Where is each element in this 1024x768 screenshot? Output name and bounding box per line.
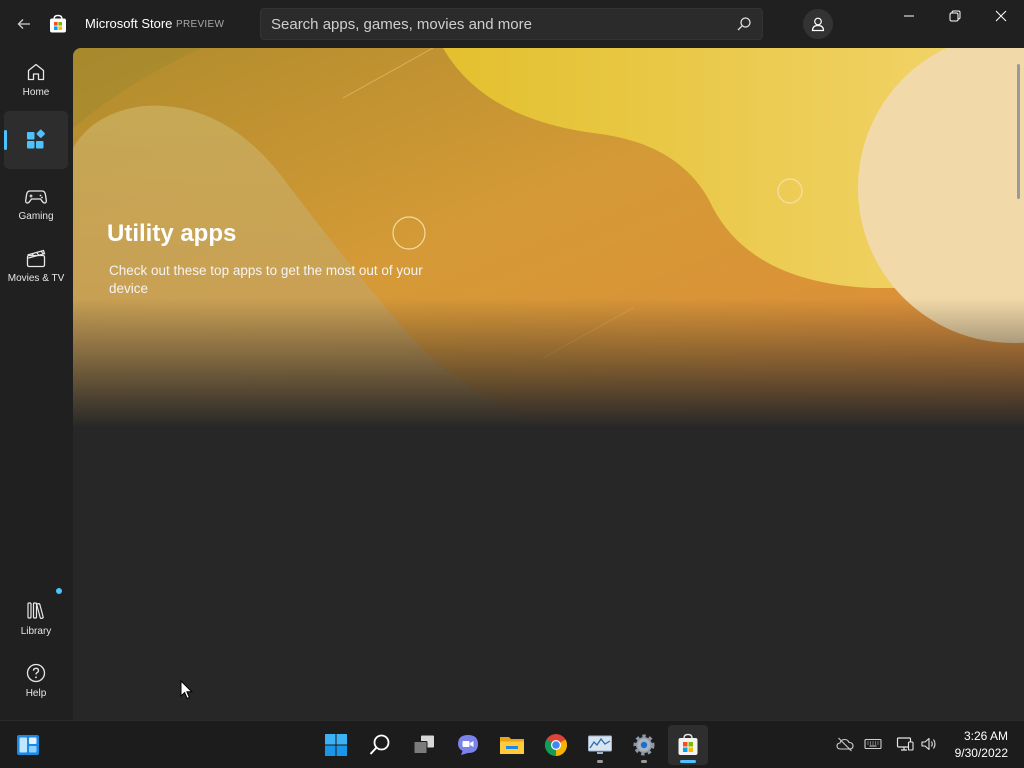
- chat-button[interactable]: [448, 725, 488, 765]
- keyboard-icon: [864, 738, 882, 750]
- account-button[interactable]: [803, 9, 833, 39]
- apps-icon: [27, 129, 45, 149]
- hero-title: Utility apps: [107, 220, 237, 247]
- clapperboard-icon: [26, 249, 46, 267]
- app-title: Microsoft Store: [85, 16, 173, 31]
- active-indicator: [680, 760, 696, 763]
- settings-icon: [633, 734, 655, 756]
- sidebar-nav: Home Gaming Movies & TV Library Help: [0, 48, 72, 720]
- minimize-icon: [904, 15, 914, 17]
- minimize-button[interactable]: [886, 0, 932, 32]
- clock-time: 3:26 AM: [963, 729, 1008, 743]
- main-content: Utility apps Check out these top apps to…: [73, 48, 1024, 720]
- active-indicator: [4, 130, 7, 150]
- taskbar-search-button[interactable]: [360, 725, 400, 765]
- sidebar-item-label: Gaming: [18, 210, 54, 222]
- sidebar-item-home[interactable]: Home: [4, 50, 68, 108]
- notification-badge: [56, 588, 62, 594]
- sidebar-item-label: Library: [20, 625, 52, 637]
- library-icon: [27, 601, 44, 619]
- close-icon: [995, 10, 1007, 22]
- search-box[interactable]: [260, 8, 763, 40]
- settings-button[interactable]: [624, 725, 664, 765]
- file-explorer-button[interactable]: [492, 725, 532, 765]
- start-icon: [325, 734, 347, 756]
- sidebar-item-library[interactable]: Library: [4, 588, 68, 647]
- task-view-icon: [413, 735, 434, 754]
- sidebar-item-help[interactable]: Help: [4, 651, 68, 709]
- account-icon: [811, 17, 825, 32]
- store-app-icon: [50, 14, 66, 33]
- widgets-button[interactable]: [8, 725, 48, 765]
- monitor-icon: [588, 735, 612, 754]
- taskbar: 3:26 AM 9/30/2022: [0, 720, 1024, 768]
- teams-chat-icon: [458, 735, 478, 755]
- search-icon[interactable]: [736, 16, 752, 32]
- task-view-button[interactable]: [404, 725, 444, 765]
- sidebar-item-movies-tv[interactable]: Movies & TV: [4, 236, 68, 294]
- preview-badge: PREVIEW: [176, 19, 225, 30]
- back-arrow-icon: [17, 19, 30, 29]
- sidebar-item-label: Movies & TV: [7, 272, 65, 284]
- microsoft-store-icon: [678, 733, 698, 755]
- volume-button[interactable]: [920, 735, 938, 753]
- chrome-button[interactable]: [536, 725, 576, 765]
- mouse-cursor-icon: [180, 680, 194, 700]
- sidebar-item-gaming[interactable]: Gaming: [4, 174, 68, 232]
- file-explorer-icon: [500, 737, 524, 754]
- restore-icon: [949, 10, 961, 22]
- vertical-scrollbar[interactable]: [1017, 64, 1020, 199]
- network-icon: [896, 737, 914, 751]
- help-icon: [26, 663, 46, 682]
- hero-subtitle: Check out these top apps to get the most…: [109, 263, 423, 296]
- search-input[interactable]: [271, 9, 711, 39]
- running-indicator: [597, 760, 603, 763]
- volume-icon: [921, 737, 936, 751]
- sidebar-item-apps[interactable]: [4, 111, 68, 169]
- widgets-icon: [17, 735, 39, 755]
- microsoft-store-button[interactable]: [668, 725, 708, 765]
- chrome-icon: [545, 734, 567, 756]
- start-button[interactable]: [316, 725, 356, 765]
- search-icon: [369, 734, 390, 755]
- gamepad-icon: [25, 189, 47, 204]
- running-indicator: [641, 760, 647, 763]
- onedrive-button[interactable]: [836, 735, 854, 753]
- monitor-app-button[interactable]: [580, 725, 620, 765]
- restore-button[interactable]: [932, 0, 978, 32]
- clock-date: 9/30/2022: [954, 746, 1008, 760]
- home-icon: [27, 63, 45, 80]
- close-button[interactable]: [978, 0, 1024, 32]
- network-button[interactable]: [896, 735, 914, 753]
- sidebar-item-label: Home: [22, 86, 50, 98]
- back-button[interactable]: [8, 8, 40, 40]
- title-bar: Microsoft Store PREVIEW: [0, 0, 1024, 48]
- sidebar-item-label: Help: [25, 687, 47, 699]
- onedrive-off-icon: [836, 737, 854, 752]
- clock[interactable]: 3:26 AM 9/30/2022: [946, 725, 1012, 765]
- touch-keyboard-button[interactable]: [864, 735, 882, 753]
